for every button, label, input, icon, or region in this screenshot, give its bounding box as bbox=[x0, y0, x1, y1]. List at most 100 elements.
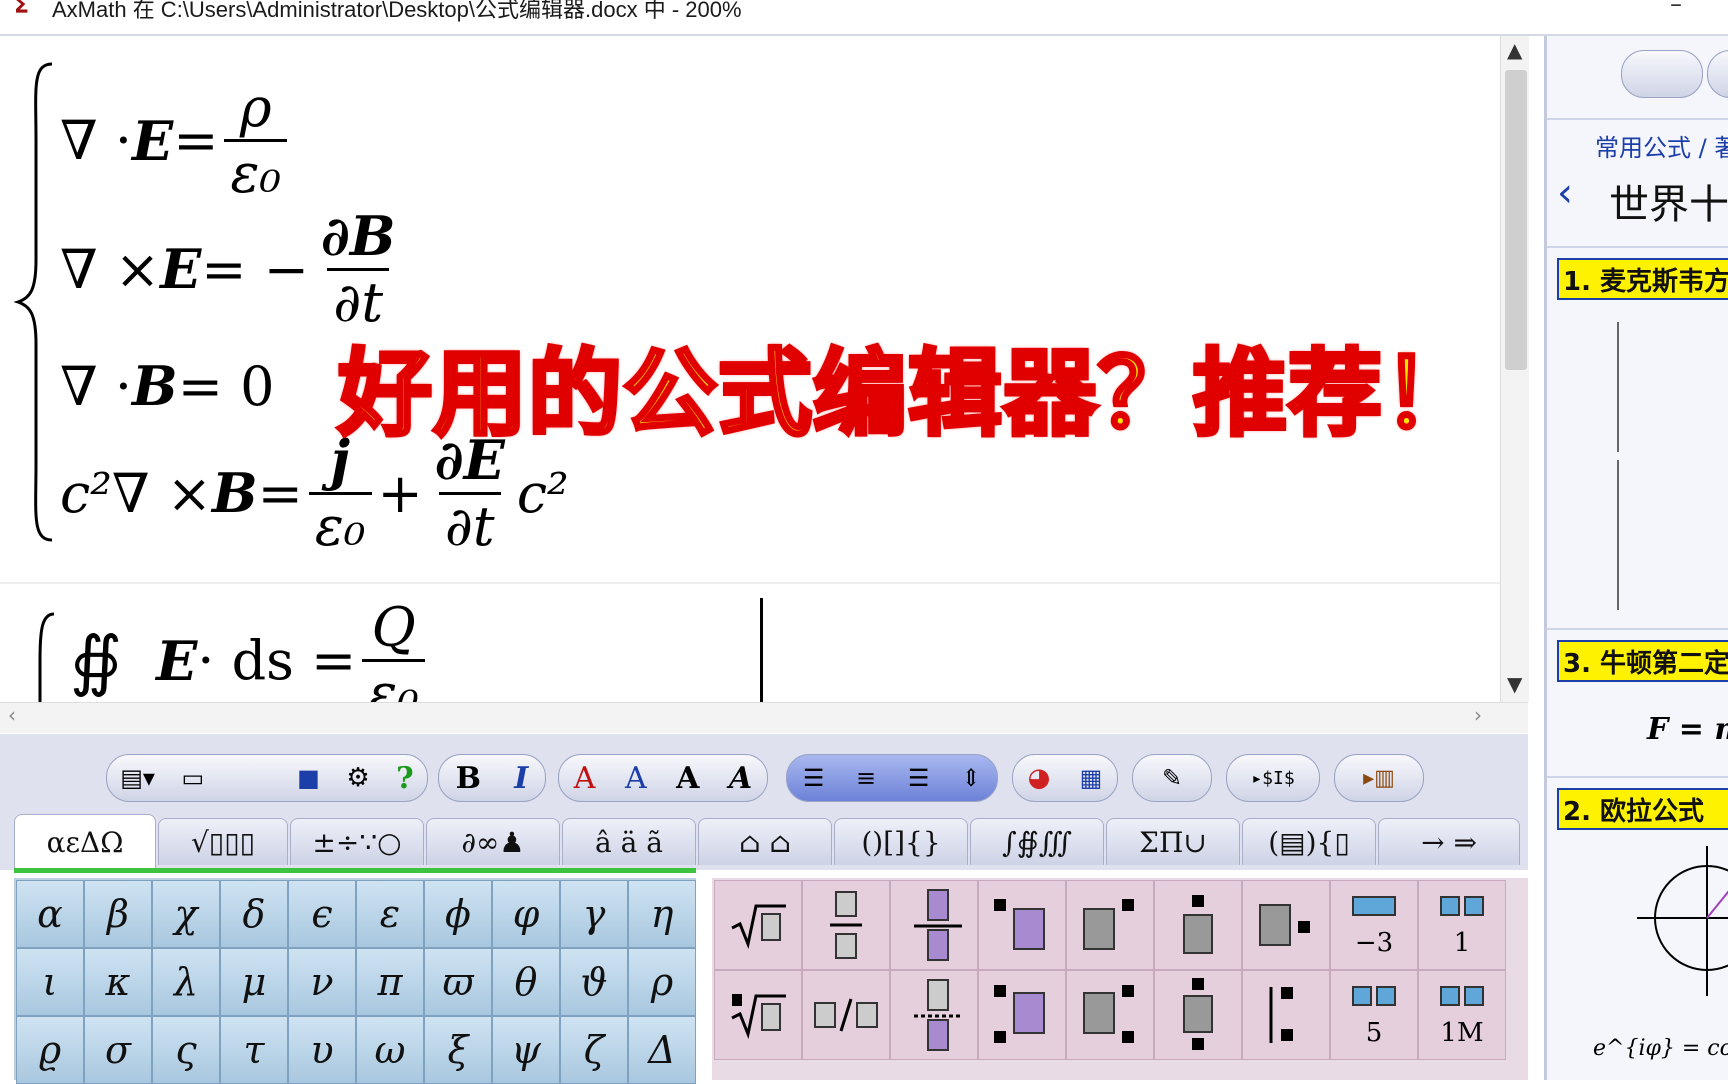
tab-misc-symbols[interactable]: ∂∞♟ bbox=[426, 818, 560, 865]
symbol-phi[interactable]: ϕ bbox=[424, 880, 492, 948]
symbol-mu[interactable]: μ bbox=[220, 948, 288, 1016]
symbol-alpha[interactable]: α bbox=[16, 880, 84, 948]
horizontal-scrollbar[interactable]: ‹ › bbox=[0, 702, 1528, 733]
symbol-omega[interactable]: ω bbox=[356, 1016, 424, 1084]
symbol-tau[interactable]: τ bbox=[220, 1016, 288, 1084]
clipboard-icon[interactable]: ▭ bbox=[177, 764, 208, 792]
tab-sums-products[interactable]: ΣΠ∪ bbox=[1106, 818, 1240, 865]
equation-faraday-law[interactable]: ∇ × E = − ∂B ∂t bbox=[60, 204, 407, 334]
symbol-rho[interactable]: ρ bbox=[628, 948, 696, 1016]
align-left-icon[interactable]: ☰ bbox=[799, 764, 829, 792]
nth-root-template-icon[interactable] bbox=[714, 970, 802, 1060]
font-button-1[interactable]: A bbox=[570, 761, 600, 796]
superscript-left-template-icon[interactable] bbox=[978, 880, 1066, 970]
sub-template-5-icon[interactable]: 5 bbox=[1330, 970, 1418, 1060]
tab-arrows[interactable]: → ⇒ bbox=[1378, 818, 1520, 865]
symbol-sigma[interactable]: σ bbox=[84, 1016, 152, 1084]
maxwell-differential-preview[interactable] bbox=[1617, 322, 1728, 452]
section-maxwell[interactable]: 1. 麦克斯韦方 bbox=[1557, 258, 1728, 300]
help-icon[interactable]: ? bbox=[392, 761, 418, 796]
symbol-epsilon[interactable]: ϵ bbox=[288, 880, 356, 948]
euler-preview[interactable]: e^{iφ} = cosφ + bbox=[1593, 1036, 1728, 1061]
symbol-lambda[interactable]: λ bbox=[152, 948, 220, 1016]
stacked-fraction-template-icon[interactable] bbox=[890, 880, 978, 970]
sub-template-1m-icon[interactable]: 1M bbox=[1418, 970, 1506, 1060]
symbol-eta[interactable]: η bbox=[628, 880, 696, 948]
over-under-template-icon[interactable] bbox=[1154, 970, 1242, 1060]
equation-gauss-magnetism[interactable]: ∇ · B = 0 bbox=[60, 354, 274, 418]
scroll-up-icon[interactable]: ▲ bbox=[1507, 38, 1522, 62]
scroll-left-icon[interactable]: ‹ bbox=[8, 703, 16, 727]
fraction-template-icon[interactable] bbox=[802, 880, 890, 970]
latex-export-icon[interactable]: ▸$I$ bbox=[1247, 768, 1298, 789]
scroll-thumb[interactable] bbox=[1505, 70, 1527, 370]
tab-over-under[interactable]: ⌂ ⌂ bbox=[698, 818, 832, 865]
handwrite-icon[interactable]: ✎ bbox=[1158, 764, 1186, 792]
unit-circle-diagram-icon[interactable] bbox=[1637, 846, 1728, 996]
symbol-varsigma[interactable]: ς bbox=[152, 1016, 220, 1084]
dashed-fraction-template-icon[interactable] bbox=[890, 970, 978, 1060]
symbol-delta[interactable]: δ bbox=[220, 880, 288, 948]
tab-brackets[interactable]: ()[]{} bbox=[834, 818, 968, 865]
pre-super-sub-template-icon[interactable] bbox=[978, 970, 1066, 1060]
align-distribute-icon[interactable]: ⇕ bbox=[957, 764, 985, 792]
symbol-kappa[interactable]: κ bbox=[84, 948, 152, 1016]
sqrt-template-icon[interactable] bbox=[714, 880, 802, 970]
formula-library-icon[interactable]: ▸▥ bbox=[1359, 766, 1399, 791]
font-button-3[interactable]: A bbox=[672, 761, 703, 796]
symbol-beta[interactable]: β bbox=[84, 880, 152, 948]
italic-button[interactable]: I bbox=[510, 761, 532, 796]
align-center-icon[interactable]: ≡ bbox=[852, 764, 880, 792]
symbol-nu[interactable]: ν bbox=[288, 948, 356, 1016]
symbol-vartheta[interactable]: ϑ bbox=[560, 948, 628, 1016]
inline-fraction-template-icon[interactable] bbox=[802, 970, 890, 1060]
vertical-scrollbar[interactable]: ▲ ▼ bbox=[1500, 36, 1529, 702]
maxwell-integral-preview[interactable] bbox=[1617, 460, 1728, 610]
color-palette-icon[interactable]: ▦ bbox=[1076, 764, 1107, 792]
tab-roots-fractions[interactable]: √▯▯▯ bbox=[158, 818, 288, 865]
bold-button[interactable]: B bbox=[452, 761, 485, 796]
symbol-pi[interactable]: π bbox=[356, 948, 424, 1016]
scroll-down-icon[interactable]: ▼ bbox=[1507, 672, 1522, 696]
symbol-varepsilon[interactable]: ε bbox=[356, 880, 424, 948]
back-chevron-icon[interactable]: ‹ bbox=[1557, 170, 1573, 216]
tab-accents[interactable]: â ä ã bbox=[562, 818, 696, 865]
sub-template-1-icon[interactable]: 1 bbox=[1418, 880, 1506, 970]
minimize-button[interactable]: – bbox=[1670, 0, 1682, 18]
font-button-2[interactable]: A bbox=[621, 761, 651, 796]
align-right-icon[interactable]: ☰ bbox=[904, 764, 934, 792]
settings-gear-icon[interactable]: ⚙ bbox=[342, 763, 373, 793]
symbol-xi[interactable]: ξ bbox=[424, 1016, 492, 1084]
tab-operators[interactable]: ±÷∵○ bbox=[290, 818, 424, 865]
save-icon[interactable]: ■ bbox=[293, 764, 324, 792]
evaluated-bar-template-icon[interactable] bbox=[1242, 970, 1330, 1060]
breadcrumb[interactable]: 常用公式 / 著 bbox=[1595, 128, 1728, 163]
symbol-iota[interactable]: ι bbox=[16, 948, 84, 1016]
clear-brush-icon[interactable] bbox=[1621, 50, 1703, 98]
color-wheel-icon[interactable]: ◕ bbox=[1024, 763, 1055, 793]
tab-greek[interactable]: αεΔΩ bbox=[14, 814, 156, 869]
overscript-template-icon[interactable] bbox=[1154, 880, 1242, 970]
grid-view-icon[interactable] bbox=[1707, 50, 1728, 98]
subscript-right-template-icon[interactable] bbox=[1242, 880, 1330, 970]
tab-matrices[interactable]: (▤){▯ bbox=[1242, 818, 1376, 865]
symbol-varphi[interactable]: φ bbox=[492, 880, 560, 948]
equation-gauss-law[interactable]: ∇ · E = ρ ε₀ bbox=[60, 76, 293, 205]
tab-integrals[interactable]: ∫∯∭ bbox=[970, 818, 1104, 865]
superscript-right-template-icon[interactable] bbox=[1066, 880, 1154, 970]
symbol-zeta[interactable]: ζ bbox=[560, 1016, 628, 1084]
symbol-chi[interactable]: χ bbox=[152, 880, 220, 948]
equation-integral-form[interactable]: ∯ E · ds = Q ε₀ bbox=[70, 596, 431, 702]
post-super-sub-template-icon[interactable] bbox=[1066, 970, 1154, 1060]
newton-preview[interactable]: F = m bbox=[1647, 712, 1728, 747]
symbol-gamma[interactable]: γ bbox=[560, 880, 628, 948]
symbol-Delta[interactable]: Δ bbox=[628, 1016, 696, 1084]
symbol-varpi[interactable]: ϖ bbox=[424, 948, 492, 1016]
template-dropdown-icon[interactable]: ▤▾ bbox=[116, 764, 159, 792]
scroll-right-icon[interactable]: › bbox=[1474, 703, 1482, 727]
section-euler[interactable]: 2. 欧拉公式 bbox=[1557, 788, 1728, 830]
symbol-theta[interactable]: θ bbox=[492, 948, 560, 1016]
symbol-varrho[interactable]: ϱ bbox=[16, 1016, 84, 1084]
sub-template-minus3-icon[interactable]: −3 bbox=[1330, 880, 1418, 970]
symbol-psi[interactable]: ψ bbox=[492, 1016, 560, 1084]
